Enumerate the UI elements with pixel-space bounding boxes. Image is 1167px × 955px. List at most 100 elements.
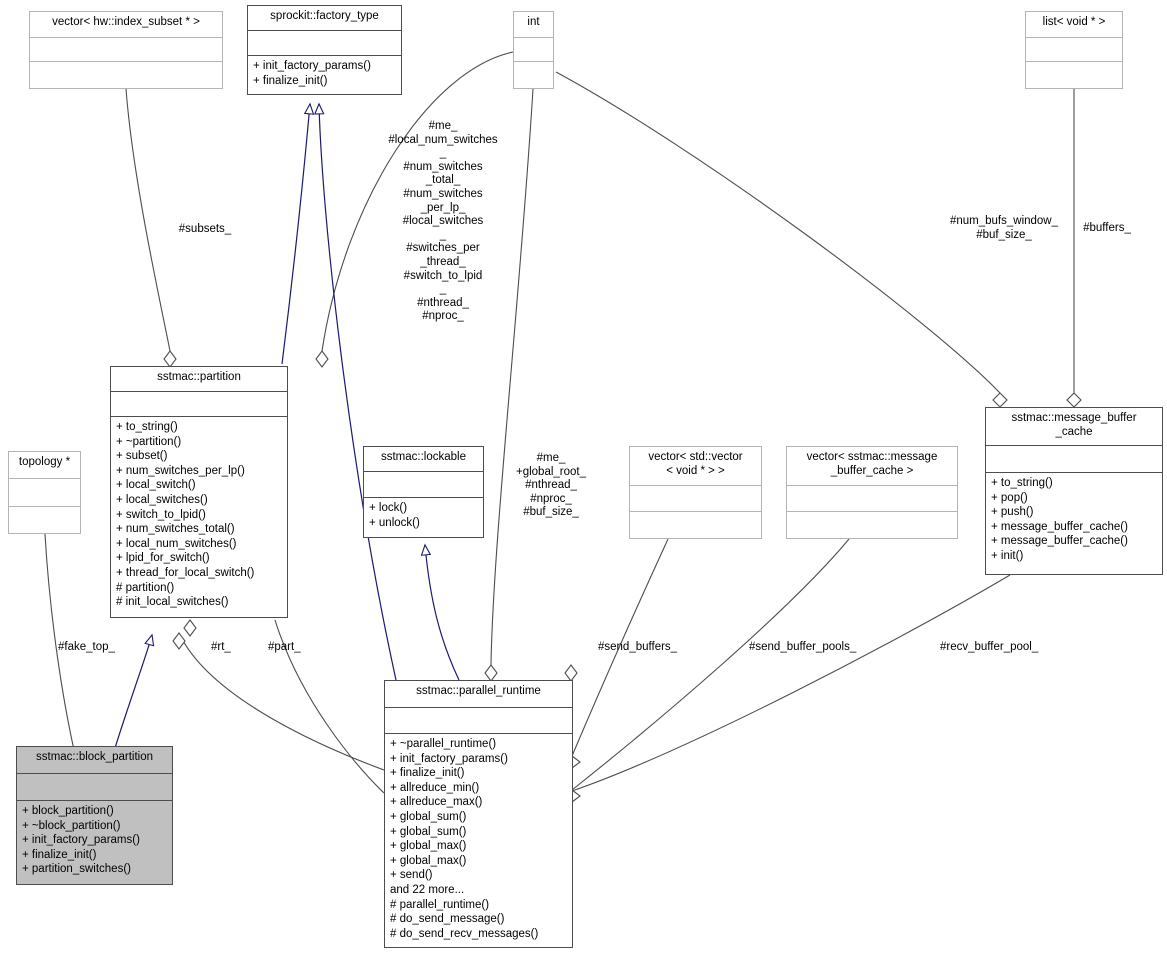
node-title: sstmac::partition (111, 367, 287, 392)
operation-row: + init() (991, 549, 1024, 562)
operation-row: + block_partition() (22, 805, 114, 817)
edge-label-buffers: #buffers_ (1083, 222, 1131, 234)
operation-row: + init_factory_params() (390, 752, 508, 765)
node-operations: + lock() + unlock() (364, 498, 483, 537)
node-topology[interactable]: topology * (8, 451, 81, 534)
operation-row: + to_string() (991, 477, 1053, 489)
node-operations: + ~parallel_runtime() + init_factory_para… (385, 734, 572, 947)
diagram-canvas: vector< hw::index_subset * > sprockit::f… (0, 0, 1167, 955)
operation-row: + global_max() (390, 854, 467, 867)
operation-row: + allreduce_min() (390, 781, 480, 794)
node-title: sstmac::parallel_runtime (385, 681, 572, 708)
operation-row: + unlock() (369, 516, 420, 529)
edge-label-fake-top: #fake_top_ (58, 641, 115, 653)
node-operations (30, 62, 222, 88)
node-title: topology * (9, 452, 80, 479)
operation-row: + local_switches() (116, 493, 208, 506)
operation-row: + thread_for_local_switch() (116, 566, 255, 579)
operation-row: + message_buffer_cache() (991, 520, 1128, 533)
operation-row: + num_switches_per_lp() (116, 464, 245, 477)
node-sstmac-parallel-runtime[interactable]: sstmac::parallel_runtime + ~parallel_run… (384, 680, 573, 948)
operation-row: + ~parallel_runtime() (390, 738, 497, 750)
edge-label-subsets: #subsets_ (178, 223, 232, 235)
node-sprockit-factory-type[interactable]: sprockit::factory_type + init_factory_pa… (247, 5, 402, 95)
operation-row: + init_factory_params() (253, 60, 371, 72)
node-sstmac-block-partition[interactable]: sstmac::block_partition + block_partitio… (16, 746, 173, 885)
node-operations (9, 507, 80, 533)
node-attributes (514, 38, 553, 62)
node-sstmac-message-buffer-cache[interactable]: sstmac::message_buffer _cache + to_strin… (985, 407, 1163, 575)
node-title: vector< sstmac::message _buffer_cache > (787, 447, 957, 486)
edge-label-partition-members: #me_ #local_num_switches _ #num_switches… (388, 120, 498, 323)
edge-label-send-buffer-pools: #send_buffer_pools_ (749, 641, 857, 653)
operation-row: # do_send_recv_messages() (390, 927, 539, 940)
operation-row: + lpid_for_switch() (116, 552, 210, 565)
operation-row: # partition() (116, 581, 175, 594)
operation-row: + pop() (991, 491, 1028, 504)
edge-label-num-bufs-window: #num_bufs_window_ #buf_size_ (949, 215, 1059, 241)
node-title: vector< std::vector < void * > > (630, 447, 761, 486)
node-attributes (111, 392, 287, 417)
operation-row: + push() (991, 506, 1034, 519)
node-operations (787, 512, 957, 538)
node-attributes (1026, 38, 1122, 62)
node-operations (1026, 62, 1122, 88)
node-list-void[interactable]: list< void * > (1025, 11, 1123, 89)
operation-row: + global_sum() (390, 825, 467, 838)
node-title: vector< hw::index_subset * > (30, 12, 222, 38)
node-attributes (630, 486, 761, 512)
node-operations: + init_factory_params() + finalize_init() (248, 56, 401, 94)
edge-label-rt: #rt_ (211, 641, 231, 653)
node-title: sstmac::message_buffer _cache (986, 408, 1162, 446)
operation-row: + finalize_init() (390, 767, 465, 780)
operation-row: + finalize_init() (22, 848, 97, 861)
node-vector-message-buffer-cache[interactable]: vector< sstmac::message _buffer_cache > (786, 446, 958, 539)
operation-row: + local_switch() (116, 479, 196, 492)
node-attributes (17, 774, 172, 801)
node-vector-index-subset[interactable]: vector< hw::index_subset * > (29, 11, 223, 89)
node-operations (630, 512, 761, 538)
node-title: int (514, 12, 553, 38)
operation-row: # init_local_switches() (116, 596, 229, 609)
node-int[interactable]: int (513, 11, 554, 89)
operation-row: + subset() (116, 450, 168, 463)
node-attributes (364, 472, 483, 498)
node-title: sstmac::block_partition (17, 747, 172, 774)
node-operations: + to_string() + pop() + push() + message_bu… (986, 473, 1162, 574)
node-vector-std-vector-void[interactable]: vector< std::vector < void * > > (629, 446, 762, 539)
edge-label-runtime-members: #me_ +global_root_ #nthread_ #nproc_ #bu… (515, 452, 587, 519)
node-title: sstmac::lockable (364, 447, 483, 472)
node-attributes (986, 446, 1162, 473)
operation-row: + to_string() (116, 421, 178, 433)
node-attributes (30, 38, 222, 62)
node-attributes (9, 479, 80, 507)
operation-row: and 22 more... (390, 883, 465, 896)
operation-row: + allreduce_max() (390, 796, 483, 809)
edge-label-recv-buffer-pool: #recv_buffer_pool_ (940, 641, 1039, 653)
operation-row: + ~partition() (116, 435, 182, 448)
node-attributes (385, 708, 572, 734)
node-sstmac-partition[interactable]: sstmac::partition + to_string()+ ~partit… (110, 366, 288, 618)
operation-row: + message_buffer_cache() (991, 535, 1128, 548)
operation-row: # do_send_message() (390, 913, 505, 926)
operation-row: + init_factory_params() (22, 834, 140, 847)
node-title: list< void * > (1026, 12, 1122, 38)
node-operations (514, 62, 553, 88)
operation-row: # parallel_runtime() (390, 898, 490, 911)
operation-row: + finalize_init() (253, 74, 328, 87)
operation-row: + num_switches_total() (116, 523, 235, 536)
edge-label-send-buffers: #send_buffers_ (598, 641, 678, 653)
operation-row: + partition_switches() (22, 863, 131, 876)
operation-row: + global_max() (390, 840, 467, 853)
node-attributes (787, 486, 957, 512)
edge-label-part: #part_ (268, 641, 301, 653)
operation-row: + send() (390, 869, 433, 882)
node-operations: + to_string() + ~partition() + subset() + n… (111, 417, 287, 617)
operation-row: + ~block_partition() (22, 819, 121, 832)
operation-row: + local_num_switches() (116, 537, 237, 550)
node-sstmac-lockable[interactable]: sstmac::lockable + lock()+ unlock() (363, 446, 484, 538)
operation-row: + switch_to_lpid() (116, 508, 206, 521)
operation-row: + lock() (369, 502, 408, 514)
node-title: sprockit::factory_type (248, 6, 401, 31)
node-attributes (248, 31, 401, 56)
